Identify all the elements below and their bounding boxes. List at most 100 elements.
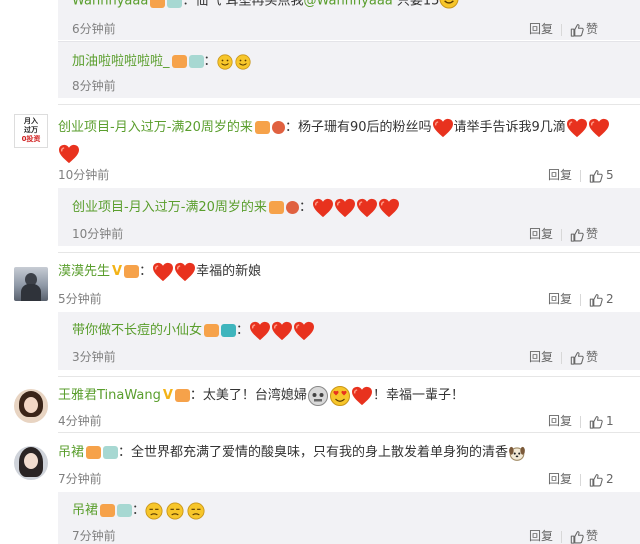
reply-button[interactable]: 回复: [548, 472, 572, 486]
member-badge-icon[interactable]: [171, 55, 187, 68]
member-badge-icon[interactable]: [86, 446, 102, 459]
reply-button[interactable]: 回复: [548, 168, 572, 182]
member-badge-icon[interactable]: [268, 201, 284, 214]
member-badge-icon[interactable]: [124, 265, 140, 278]
smile-emoji-icon: [217, 54, 233, 70]
like-thumb-icon[interactable]: [570, 530, 584, 544]
reply-button[interactable]: 回复: [529, 529, 553, 543]
divider: [580, 169, 582, 182]
timestamp: 7分钟前: [58, 472, 102, 486]
like-count[interactable]: 5: [606, 168, 614, 182]
baby-badge-icon[interactable]: [188, 55, 204, 68]
heart-emoji-icon: [249, 321, 271, 341]
reply-button[interactable]: 回复: [548, 414, 572, 428]
like-count[interactable]: 2: [606, 292, 614, 306]
dog-emoji-icon: [509, 446, 525, 461]
reply-actions: 回复 赞: [529, 20, 598, 37]
level-badge-icon[interactable]: [271, 121, 285, 134]
reply-actions: 回复 赞: [529, 348, 598, 365]
reply-text: 仙气 耳坠再买点我: [195, 0, 304, 9]
comment-content: 王雅君TinaWang V ：太美了！台湾媳婦 ！幸福一輩子！: [58, 384, 464, 408]
sad-emoji-icon: [166, 502, 184, 520]
avatar[interactable]: 月入 过万 0投资: [14, 114, 48, 148]
level-badge-icon[interactable]: [285, 201, 299, 214]
baby-badge-icon[interactable]: [117, 504, 133, 517]
reply-button[interactable]: 回复: [529, 227, 553, 241]
reply-author-link[interactable]: 加油啦啦啦啦啦_: [72, 54, 170, 69]
divider: [580, 415, 582, 428]
verified-v-icon[interactable]: V: [112, 264, 122, 279]
like-thumb-icon[interactable]: [570, 228, 584, 242]
divider: [561, 351, 563, 364]
like-count[interactable]: 2: [606, 472, 614, 486]
reply-author-link[interactable]: 带你做不长痘的小仙女: [72, 323, 202, 338]
verified-v-icon[interactable]: V: [163, 388, 173, 403]
like-thumb-icon[interactable]: [589, 169, 603, 183]
timestamp: 10分钟前: [72, 227, 124, 241]
baby-badge-icon[interactable]: [167, 0, 183, 8]
reply-content: 带你做不长痘的小仙女 ：: [72, 320, 315, 342]
comment-actions: 回复 2: [548, 290, 614, 307]
member-badge-icon[interactable]: [204, 324, 220, 337]
heart-emoji-icon: [293, 321, 315, 341]
heart-emoji-icon: [378, 198, 400, 218]
camera-badge-icon[interactable]: [221, 324, 237, 337]
colon: ：: [182, 0, 196, 9]
timestamp: 10分钟前: [58, 168, 110, 182]
reply-button[interactable]: 回复: [548, 292, 572, 306]
heart-emoji-icon: [312, 198, 334, 218]
like-button[interactable]: 赞: [586, 227, 598, 241]
avatar[interactable]: [14, 446, 48, 480]
like-thumb-icon[interactable]: [570, 23, 584, 37]
doge-emoji-icon: [307, 385, 328, 406]
like-count[interactable]: 1: [606, 414, 614, 428]
member-badge-icon[interactable]: [174, 389, 190, 402]
sad-emoji-icon: [145, 502, 163, 520]
like-button[interactable]: 赞: [586, 350, 598, 364]
like-thumb-icon[interactable]: [589, 293, 603, 307]
comment-content: 创业项目-月入过万-满20周岁的来 ：杨子珊有90后的粉丝吗 请举手告诉我9几滴: [58, 115, 628, 167]
like-button[interactable]: 赞: [586, 22, 598, 36]
comment-content: 吊裙 ：全世界都充满了爱情的酸臭味，只有我的身上散发着单身狗的清香: [58, 442, 526, 464]
reply-actions: 回复 赞: [529, 225, 598, 242]
sad-emoji-icon: [187, 502, 205, 520]
reply-author-link[interactable]: Wannnyaaa: [72, 0, 148, 9]
colon: ：: [189, 388, 203, 403]
reply-button[interactable]: 回复: [529, 350, 553, 364]
member-badge-icon[interactable]: [150, 0, 166, 8]
avatar[interactable]: [14, 267, 48, 301]
comment-text: 太美了！台湾媳婦: [202, 388, 307, 403]
heart-eyes-emoji-icon: [329, 385, 350, 406]
mention-link[interactable]: @Wannnyaaa: [303, 0, 392, 9]
comment-author-link[interactable]: 漠漠先生: [58, 264, 110, 279]
reply-button[interactable]: 回复: [529, 22, 553, 36]
like-button[interactable]: 赞: [586, 529, 598, 543]
reply-text: 只要15: [392, 0, 440, 9]
member-badge-icon[interactable]: [254, 121, 270, 134]
comment-author-link[interactable]: 吊裙: [58, 445, 84, 460]
comment-text: 全世界都充满了爱情的酸臭味，只有我的身上散发着单身狗的清香: [131, 445, 509, 460]
like-thumb-icon[interactable]: [589, 415, 603, 429]
reply-author-link[interactable]: 吊裙: [72, 503, 98, 518]
divider: [561, 530, 563, 543]
comment-divider: [58, 252, 640, 253]
timestamp: 8分钟前: [72, 79, 116, 93]
avatar[interactable]: [14, 389, 48, 423]
comment-author-link[interactable]: 创业项目-月入过万-满20周岁的来: [58, 120, 253, 135]
baby-badge-icon[interactable]: [103, 446, 119, 459]
member-badge-icon[interactable]: [100, 504, 116, 517]
divider: [561, 228, 563, 241]
comment-text: ！幸福一輩子！: [372, 388, 464, 403]
comment-actions: 回复 2: [548, 470, 614, 487]
heart-emoji-icon: [351, 386, 373, 406]
like-thumb-icon[interactable]: [589, 473, 603, 487]
comment-divider: [58, 104, 640, 105]
timestamp: 5分钟前: [58, 292, 102, 306]
heart-emoji-icon: [334, 198, 356, 218]
comment-author-link[interactable]: 王雅君TinaWang: [58, 388, 161, 403]
like-thumb-icon[interactable]: [570, 351, 584, 365]
timestamp: 3分钟前: [72, 350, 116, 364]
reply-author-link[interactable]: 创业项目-月入过万-满20周岁的来: [72, 200, 267, 215]
comment-actions: 回复 1: [548, 412, 614, 429]
smile-emoji-icon: [235, 54, 251, 70]
